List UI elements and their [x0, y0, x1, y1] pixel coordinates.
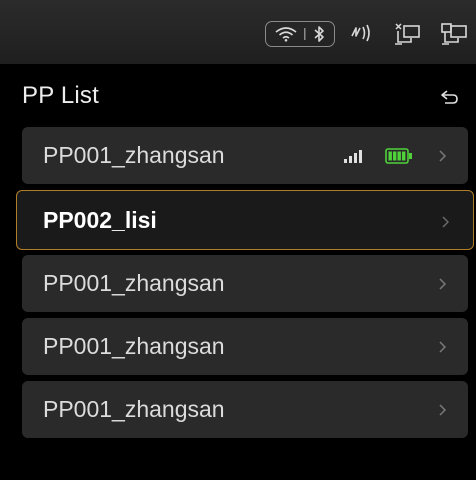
list-item-label: PP001_zhangsan [43, 333, 225, 359]
chevron-right-icon [441, 216, 449, 228]
network-disconnected-icon [393, 22, 423, 46]
list-item[interactable]: PP001_zhangsan [22, 381, 468, 438]
list-item-label: PP001_zhangsan [43, 142, 225, 168]
back-arrow-icon [439, 89, 459, 105]
nfc-icon [349, 22, 375, 44]
list-item[interactable]: PP001_zhangsan [22, 255, 468, 312]
chevron-right-icon [438, 278, 446, 290]
wifi-icon [275, 26, 297, 42]
list-item-label: PP001_zhangsan [43, 396, 225, 422]
chevron-right-icon [438, 150, 446, 162]
list-item[interactable]: PP001_zhangsan [22, 318, 468, 375]
bluetooth-icon [313, 25, 325, 43]
list-item-selected[interactable]: PP002_lisi [16, 190, 474, 250]
page-header: PP List [0, 64, 476, 124]
pp-list: PP001_zhangsan PP002_lisi PP001_zhangsan… [16, 127, 474, 444]
list-item[interactable]: PP001_zhangsan [22, 127, 468, 184]
wifi-bluetooth-indicator[interactable] [265, 21, 335, 47]
network-connected-icon [440, 22, 470, 46]
back-button[interactable] [436, 84, 462, 110]
status-bar [0, 0, 476, 64]
chevron-right-icon [438, 341, 446, 353]
chevron-right-icon [438, 404, 446, 416]
list-item-label: PP001_zhangsan [43, 270, 225, 296]
signal-strength-icon [344, 149, 368, 163]
list-item-label: PP002_lisi [43, 207, 157, 233]
battery-full-icon [385, 148, 413, 164]
divider-line [303, 28, 306, 40]
page-title: PP List [22, 82, 99, 109]
